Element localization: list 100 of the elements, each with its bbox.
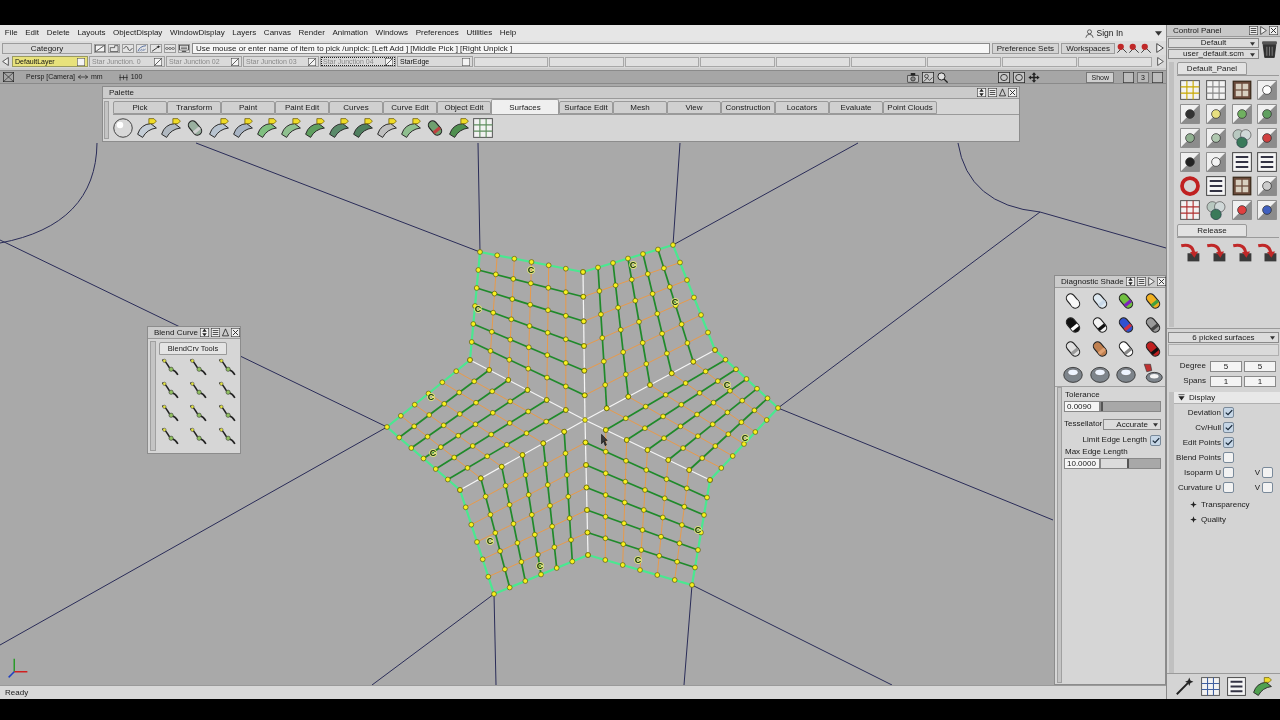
hatched-curve-icon[interactable] [136, 43, 148, 53]
curve-points-icon[interactable] [217, 404, 236, 422]
wand-icon[interactable] [1174, 677, 1194, 696]
palette-tab[interactable]: Construction [721, 101, 775, 114]
curved-arrow-icon[interactable] [1231, 242, 1252, 262]
sphere-icon[interactable] [113, 118, 133, 138]
palette-tab[interactable]: Curves [329, 101, 383, 114]
monitor-icon[interactable] [178, 43, 190, 53]
menu-item[interactable]: ObjectDisplay [109, 25, 167, 41]
curve-points-icon[interactable] [189, 404, 208, 422]
diagonal-tile-icon[interactable] [1180, 128, 1200, 148]
surface-icon[interactable] [377, 118, 397, 138]
grip-handle[interactable] [104, 101, 109, 139]
palette-tab[interactable]: Object Edit [437, 101, 491, 114]
menu-item[interactable]: Help [495, 25, 520, 41]
palette-tab[interactable]: Evaluate [829, 101, 883, 114]
wand-icon[interactable] [150, 43, 162, 53]
text-field[interactable] [1168, 344, 1279, 356]
pushpin-icon[interactable] [1117, 43, 1127, 53]
sphere-cluster-icon[interactable] [1205, 200, 1226, 220]
grip-handle[interactable] [150, 341, 156, 451]
crossed-box-icon[interactable] [3, 72, 14, 82]
curve-points-icon[interactable] [189, 427, 208, 445]
grid-icon[interactable] [1200, 677, 1220, 696]
toolbar-button[interactable]: Preference Sets [991, 42, 1060, 54]
up-down-icon[interactable] [977, 88, 986, 97]
degree-field[interactable]: 5 [1244, 360, 1276, 372]
lamp-icon[interactable] [1142, 363, 1163, 383]
menu-item[interactable]: Delete [42, 25, 74, 41]
section-header[interactable]: Quality [1174, 512, 1280, 527]
value-field[interactable]: 0.0090 [1064, 401, 1100, 412]
menu-item[interactable]: Utilities [462, 25, 496, 41]
menu-item[interactable]: Layers [228, 25, 261, 41]
diagonal-tile-icon[interactable] [1257, 128, 1278, 148]
caret-up-icon[interactable] [222, 328, 230, 337]
shape-outline-icon[interactable] [108, 43, 120, 53]
diagonal-tile-icon[interactable] [1231, 200, 1252, 220]
palette-tab[interactable]: Curve Edit [383, 101, 437, 114]
surface-icon[interactable] [233, 118, 253, 138]
grip-handle[interactable] [1057, 387, 1062, 683]
diagonal-tile-icon[interactable] [1257, 80, 1278, 100]
slashed-box-icon[interactable] [385, 57, 393, 66]
palette-tab[interactable]: Surface Edit [559, 101, 613, 114]
menu-icon[interactable] [988, 88, 997, 97]
close-icon[interactable] [1008, 88, 1017, 97]
pushpin-icon[interactable] [1141, 43, 1151, 53]
diagonal-tile-icon[interactable] [1180, 104, 1200, 124]
curve-points-icon[interactable] [189, 381, 208, 399]
menu-item[interactable]: WindowDisplay [166, 25, 229, 41]
triangle-left-icon[interactable] [2, 57, 9, 66]
close-icon[interactable] [1156, 277, 1166, 286]
palette-tab[interactable]: Paint Edit [275, 101, 329, 114]
close-icon[interactable] [1269, 26, 1278, 35]
camera-icon[interactable] [907, 71, 920, 83]
preset-dropdown[interactable]: Default [1168, 38, 1259, 48]
curve-points-icon[interactable] [161, 381, 179, 399]
surface-icon[interactable] [353, 118, 373, 138]
menu-icon[interactable] [1136, 277, 1146, 286]
curve-points-icon[interactable] [217, 358, 236, 376]
curved-arrow-icon[interactable] [1205, 242, 1226, 262]
menu-icon[interactable] [211, 328, 221, 337]
caret-up-icon[interactable] [999, 88, 1006, 97]
square-icon[interactable] [1152, 71, 1163, 83]
circle-frame-icon[interactable] [998, 71, 1011, 83]
surface-icon[interactable] [137, 118, 157, 138]
menu-item[interactable]: Canvas [260, 25, 295, 41]
window-icon[interactable] [1231, 80, 1252, 100]
value-field[interactable]: 10.0000 [1064, 458, 1100, 469]
palette-tab[interactable]: Transform [167, 101, 221, 114]
ring-icon[interactable] [1180, 176, 1200, 196]
four-arrows-icon[interactable] [1028, 71, 1041, 83]
checkbox[interactable] [1262, 482, 1273, 493]
surface-icon[interactable] [329, 118, 349, 138]
palette-tab[interactable]: Pick [113, 101, 167, 114]
grid-icon[interactable] [1180, 200, 1200, 220]
diagonal-tile-icon[interactable] [1205, 104, 1226, 124]
checkbox[interactable] [1262, 467, 1273, 478]
degree-field[interactable]: 5 [1210, 360, 1242, 372]
tessellator-dropdown[interactable]: Accurate [1103, 418, 1161, 430]
close-icon[interactable] [231, 328, 241, 337]
diagonal-tile-icon[interactable] [1180, 152, 1200, 172]
diagonal-tile-icon[interactable] [1231, 104, 1252, 124]
slashed-box-icon[interactable] [94, 43, 106, 53]
window-icon[interactable] [1231, 176, 1252, 196]
trash-icon[interactable] [1261, 39, 1278, 58]
category-button[interactable]: Category [2, 42, 92, 54]
list-icon[interactable] [1227, 677, 1247, 696]
grid-icon[interactable] [1205, 80, 1226, 100]
checkbox[interactable] [1150, 434, 1161, 446]
triangle-right-icon[interactable] [1147, 277, 1155, 286]
curve-points-icon[interactable] [161, 358, 179, 376]
checkbox[interactable] [1223, 452, 1234, 463]
spans-field[interactable]: 1 [1244, 375, 1276, 387]
checkbox[interactable] [1223, 482, 1234, 493]
circle-frame-icon[interactable] [1013, 71, 1026, 83]
up-down-icon[interactable] [1125, 277, 1135, 286]
sphere-cluster-icon[interactable] [1231, 128, 1252, 148]
user-icon[interactable] [1084, 28, 1094, 38]
command-prompt-field[interactable]: Use mouse or enter name of item to pick /unpick: [Left Add ] [Middle Pick ] [Right Unpick ] [192, 42, 990, 54]
menu-item[interactable]: Layouts [73, 25, 110, 41]
